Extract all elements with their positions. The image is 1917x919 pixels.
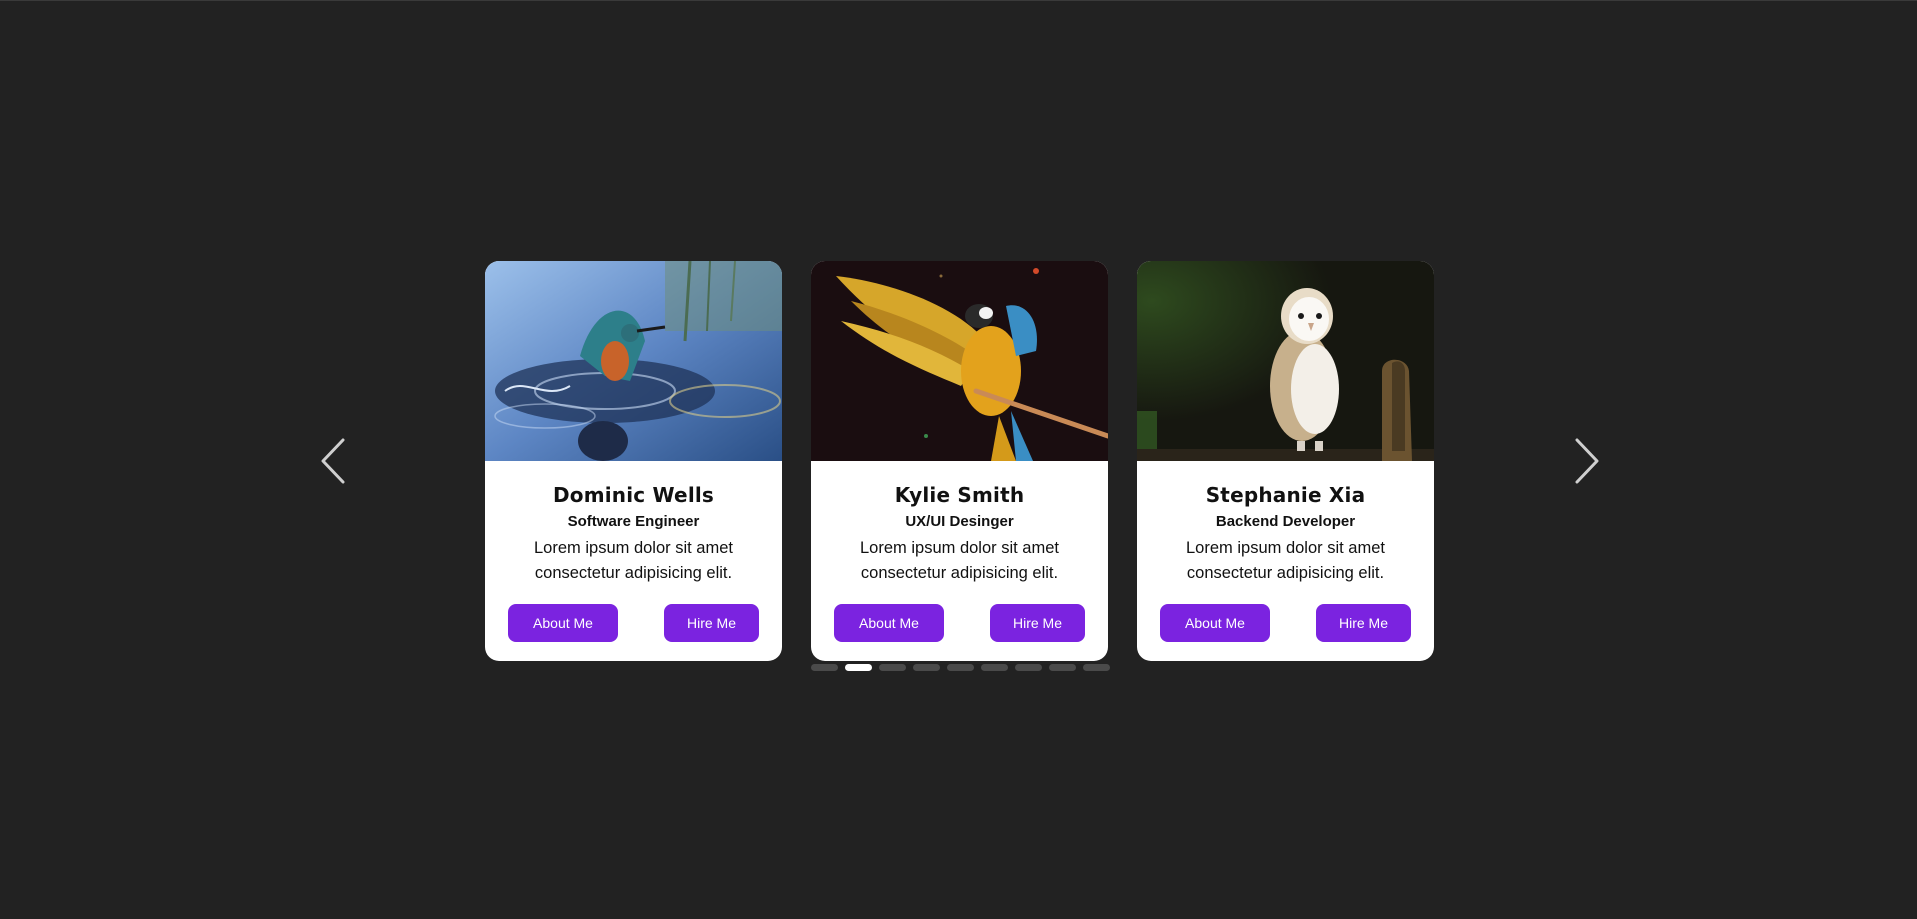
card-body: Dominic Wells Software Engineer Lorem ip… — [485, 461, 782, 586]
card-actions: About Me Hire Me — [811, 604, 1108, 642]
card-body: Kylie Smith UX/UI Desinger Lorem ipsum d… — [811, 461, 1108, 586]
pagination-dot[interactable] — [1083, 664, 1110, 671]
card-role: Software Engineer — [567, 513, 700, 530]
pagination-dot[interactable] — [913, 664, 940, 671]
card-role: Backend Developer — [1215, 513, 1356, 530]
card-body: Stephanie Xia Backend Developer Lorem ip… — [1137, 461, 1434, 586]
profile-card: Dominic Wells Software Engineer Lorem ip… — [485, 261, 782, 661]
card-description: Lorem ipsum dolor sit amet consectetur a… — [534, 539, 733, 582]
profile-card: Stephanie Xia Backend Developer Lorem ip… — [1137, 261, 1434, 661]
pagination-dot[interactable] — [879, 664, 906, 671]
card-name: Stephanie Xia — [1205, 483, 1366, 507]
owl-image — [1137, 261, 1434, 461]
card-description: Lorem ipsum dolor sit amet consectetur a… — [1186, 539, 1385, 582]
pagination-dot[interactable] — [981, 664, 1008, 671]
pagination-dot[interactable] — [1049, 664, 1076, 671]
about-me-button[interactable]: About Me — [508, 604, 618, 642]
macaw-image — [811, 261, 1108, 461]
hire-me-button[interactable]: Hire Me — [664, 604, 759, 642]
chevron-right-icon — [1575, 438, 1599, 484]
card-actions: About Me Hire Me — [1137, 604, 1434, 642]
kingfisher-image — [485, 261, 782, 461]
hire-me-button[interactable]: Hire Me — [1316, 604, 1411, 642]
card-track: Dominic Wells Software Engineer Lorem ip… — [485, 261, 1435, 661]
profile-card: Kylie Smith UX/UI Desinger Lorem ipsum d… — [811, 261, 1108, 661]
about-me-button[interactable]: About Me — [1160, 604, 1270, 642]
carousel: Dominic Wells Software Engineer Lorem ip… — [0, 0, 1917, 919]
pagination-dot[interactable] — [947, 664, 974, 671]
card-name: Dominic Wells — [552, 483, 715, 507]
card-role: UX/UI Desinger — [905, 513, 1014, 530]
carousel-prev-button[interactable] — [314, 436, 354, 486]
card-description: Lorem ipsum dolor sit amet consectetur a… — [860, 539, 1059, 582]
card-image — [811, 261, 1108, 461]
pagination-dot[interactable] — [845, 664, 872, 671]
chevron-left-icon — [321, 438, 345, 484]
card-name: Kylie Smith — [894, 483, 1025, 507]
card-image — [485, 261, 782, 461]
hire-me-button[interactable]: Hire Me — [990, 604, 1085, 642]
pagination-dot[interactable] — [1015, 664, 1042, 671]
carousel-pagination — [811, 664, 1110, 671]
carousel-next-button[interactable] — [1566, 436, 1606, 486]
pagination-dot[interactable] — [811, 664, 838, 671]
about-me-button[interactable]: About Me — [834, 604, 944, 642]
card-image — [1137, 261, 1434, 461]
card-actions: About Me Hire Me — [485, 604, 782, 642]
